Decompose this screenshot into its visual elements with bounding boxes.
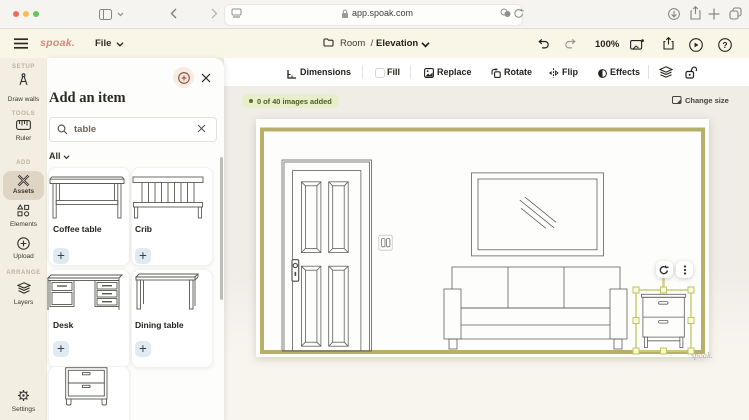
svg-text:?: ? [722,40,727,50]
